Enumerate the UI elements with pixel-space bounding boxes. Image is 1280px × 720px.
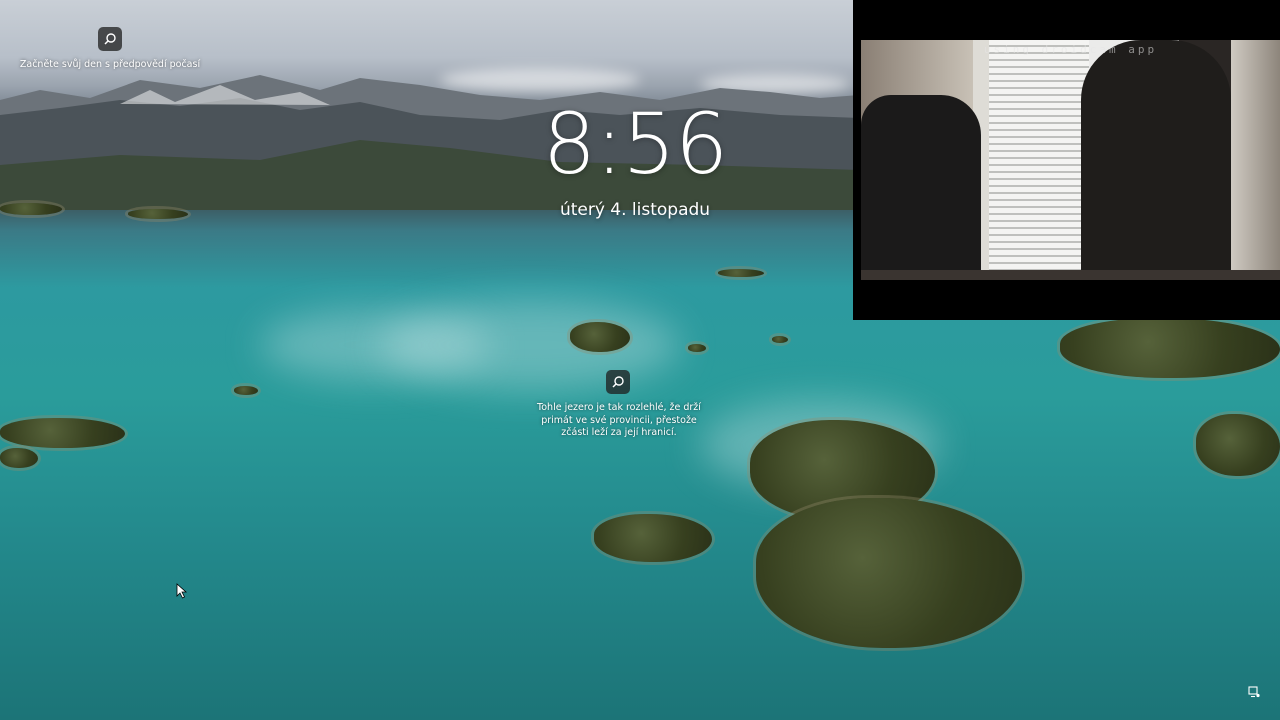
- mountain-range: [0, 75, 860, 210]
- webcam-overlay: using droidcam app: [853, 0, 1280, 320]
- person-silhouette: [1081, 40, 1231, 280]
- lock-screen[interactable]: Začněte svůj den s předpovědí počasí 8:5…: [0, 0, 1280, 720]
- lockscreen-clock: 8:56: [542, 95, 729, 193]
- spotlight-fact-text[interactable]: Tohle jezero je tak rozlehlé, že drží pr…: [536, 402, 702, 440]
- weather-button[interactable]: [98, 27, 122, 51]
- lockscreen-date: úterý 4. listopadu: [559, 200, 711, 220]
- office-chair: [861, 95, 981, 280]
- webcam-feed: using droidcam app: [861, 40, 1280, 280]
- spotlight-info-button[interactable]: [606, 370, 630, 394]
- mouse-pointer-icon: [176, 583, 188, 599]
- network-status-icon[interactable]: [1248, 686, 1260, 698]
- search-icon: [612, 376, 624, 388]
- weather-prompt-text[interactable]: Začněte svůj den s předpovědí počasí: [10, 59, 210, 72]
- search-icon: [104, 33, 116, 45]
- webcam-watermark: using droidcam app: [983, 43, 1158, 56]
